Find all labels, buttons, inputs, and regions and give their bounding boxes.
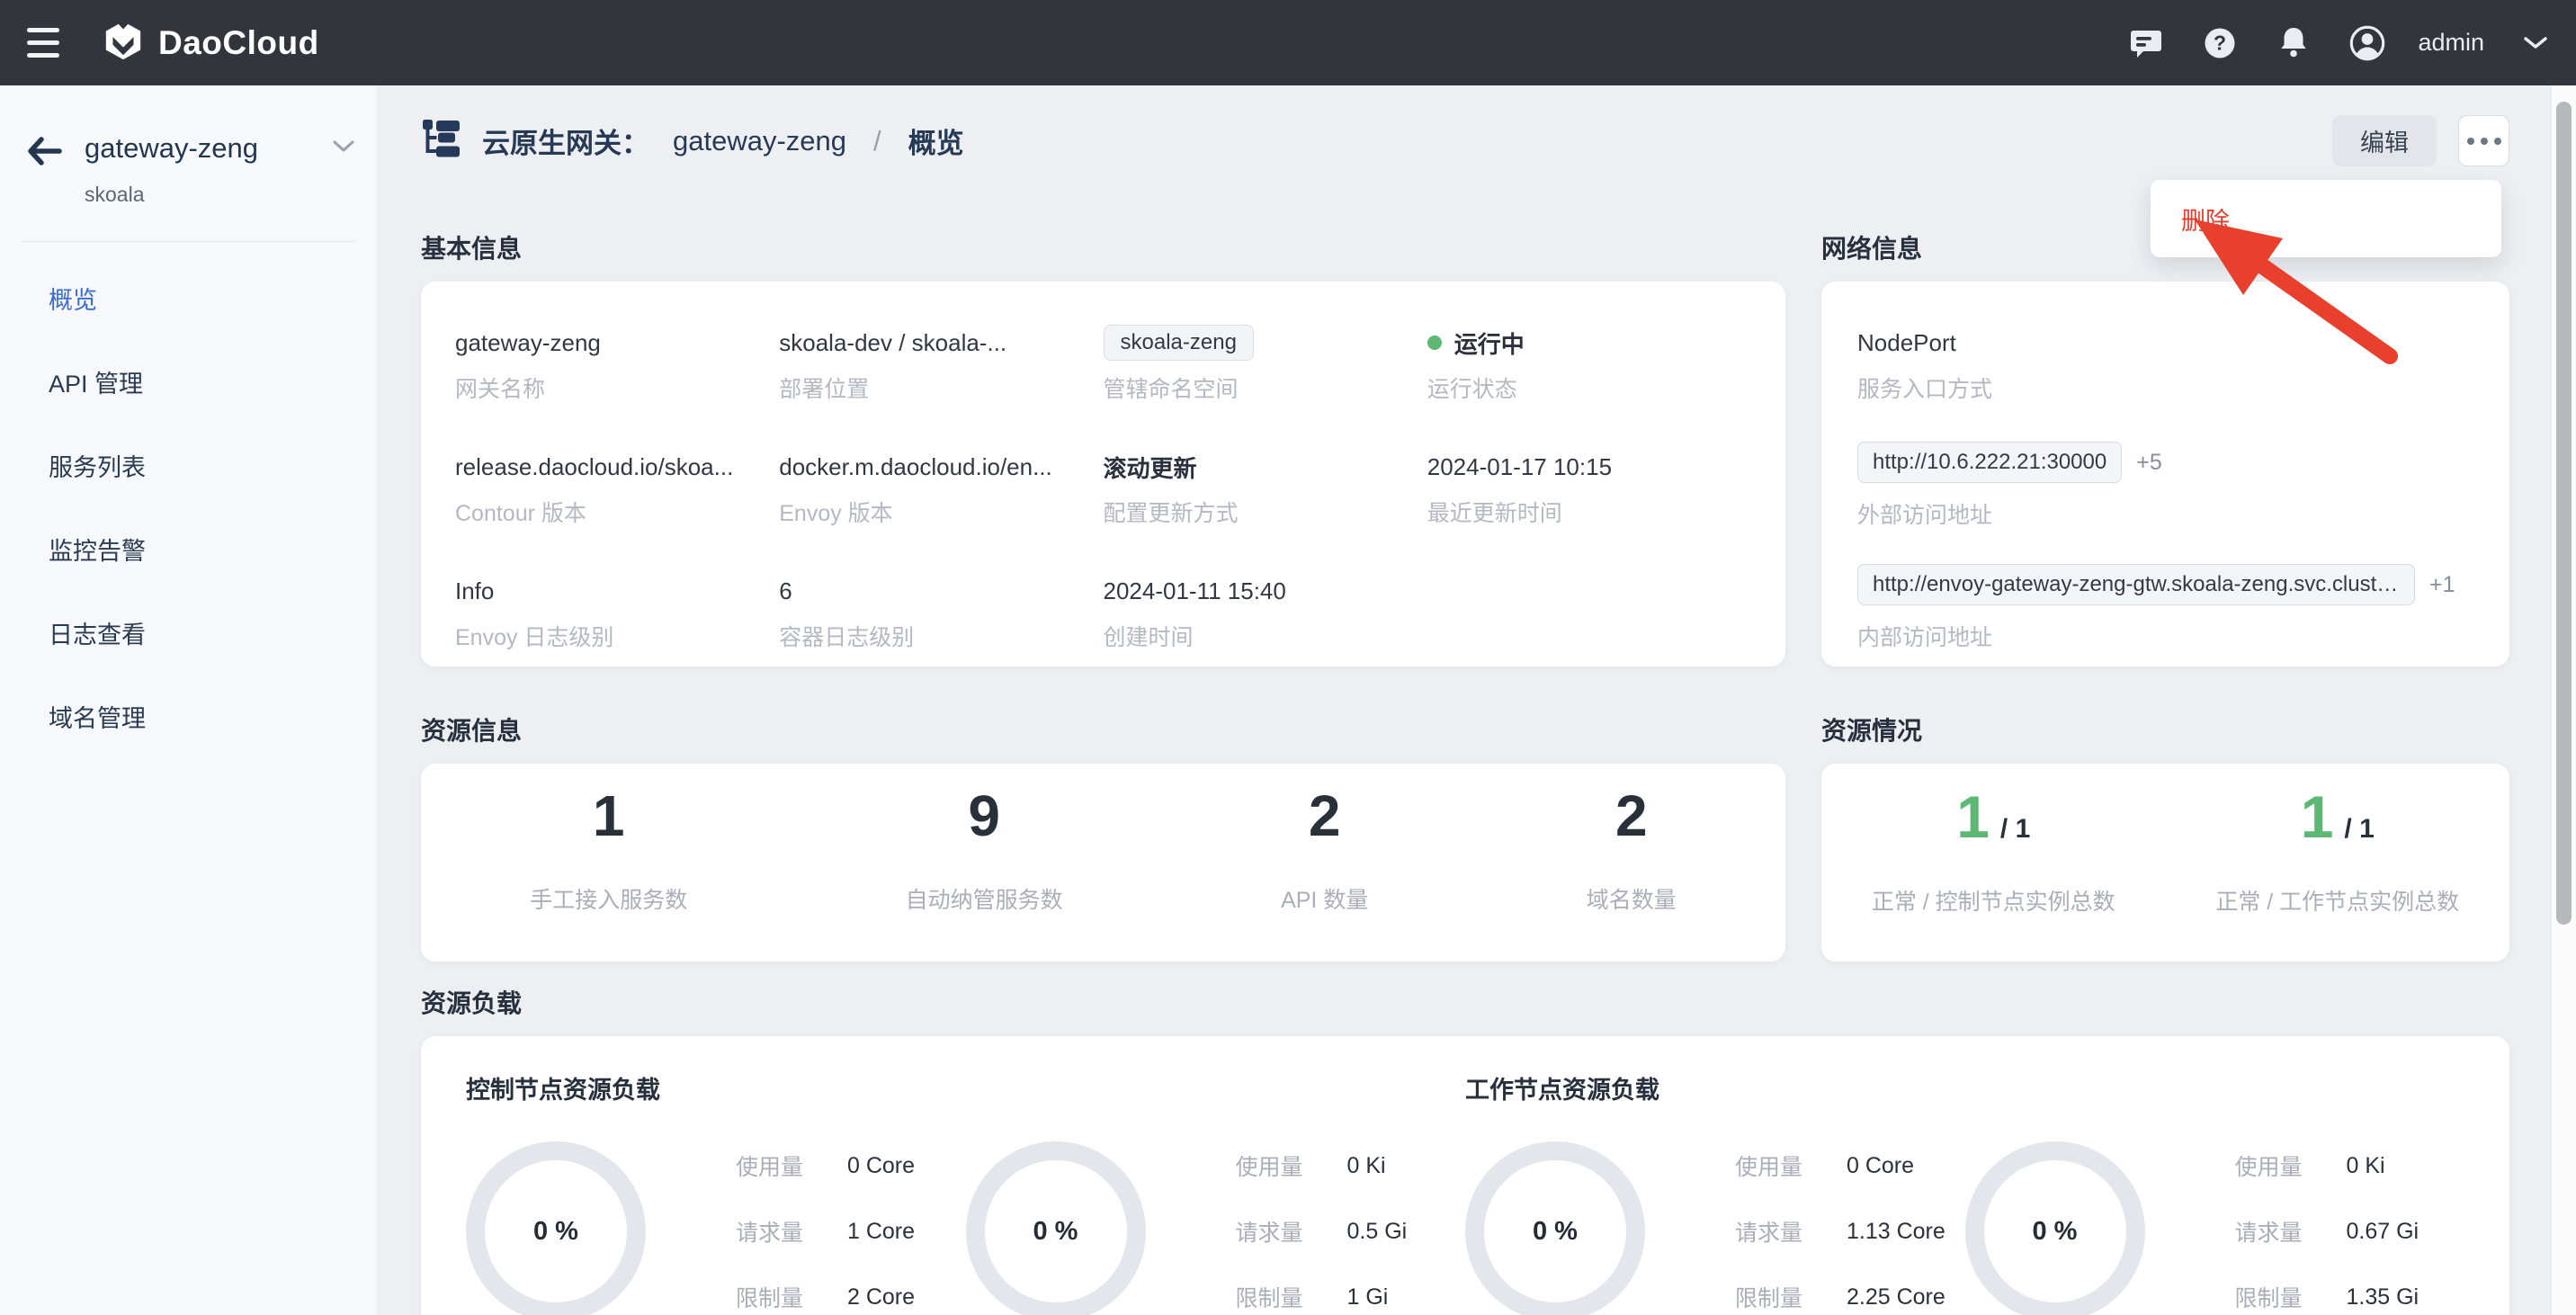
worker-memory-gauge: 0 % 使用量0 Ki 请求量0.67 Gi 限制量1.35 Gi [1965, 1141, 2465, 1315]
basic-info-title: 基本信息 [421, 229, 1785, 258]
field-envoy-version: docker.m.daocloud.io/en... Envoy 版本 [779, 449, 1103, 528]
field-managed-namespace: skoala-zeng 管辖命名空间 [1104, 325, 1427, 404]
edit-button[interactable]: 编辑 [2332, 115, 2437, 166]
field-gateway-name: gateway-zeng 网关名称 [455, 325, 779, 404]
sidebar-item-domain-management[interactable]: 域名管理 [0, 675, 377, 758]
resource-load-card: 控制节点资源负载 0 % 使用量0 Core 请求量1 Core 限制量2 Co… [421, 1036, 2509, 1315]
control-cpu-gauge: 0 % 使用量0 Core 请求量1 Core 限制量2 Core [466, 1141, 966, 1315]
memory-donut-chart: 0 % [1965, 1141, 2145, 1315]
breadcrumb: 云原生网关： gateway-zeng / 概览 [421, 117, 964, 165]
gateway-tree-icon [421, 117, 462, 165]
field-running-status: 运行中 运行状态 [1427, 325, 1751, 404]
basic-info-section: 基本信息 gateway-zeng 网关名称 skoala-dev / skoa… [421, 229, 1785, 666]
sidebar: gateway-zeng skoala 概览 API 管理 服务列表 监控告警 … [0, 85, 378, 1315]
field-container-log-level: 6 容器日志级别 [779, 573, 1103, 652]
service-entry-type: NodePort [1857, 325, 2473, 361]
sidebar-item-monitor-alerts[interactable]: 监控告警 [0, 507, 377, 591]
field-created-time: 2024-01-11 15:40 创建时间 [1104, 573, 1427, 652]
scrollbar-thumb[interactable] [2556, 102, 2572, 925]
notifications-bell-icon[interactable] [2276, 25, 2312, 61]
daocloud-logo-icon [103, 20, 144, 66]
resource-load-title: 资源负载 [421, 984, 2509, 1013]
control-node-load-group: 控制节点资源负载 0 % 使用量0 Core 请求量1 Core 限制量2 Co… [466, 1070, 1465, 1315]
workspace-name: skoala [85, 183, 355, 207]
external-address-more-badge[interactable]: +5 [2136, 450, 2162, 476]
page-scrollbar [2551, 85, 2576, 1315]
cpu-donut-chart: 0 % [1465, 1141, 1645, 1315]
stat-domain-count: 2 域名数量 [1587, 787, 1677, 962]
sidebar-item-log-viewer[interactable]: 日志查看 [0, 591, 377, 675]
worker-cpu-gauge: 0 % 使用量0 Core 请求量1.13 Core 限制量2.25 Core [1465, 1141, 1965, 1315]
user-menu-chevron-down-icon[interactable] [2522, 25, 2549, 61]
sidebar-item-service-list[interactable]: 服务列表 [0, 424, 377, 507]
stat-api-count: 2 API 数量 [1281, 787, 1368, 962]
more-actions-button[interactable] [2458, 115, 2509, 166]
svg-text:?: ? [2214, 31, 2226, 54]
sidebar-divider [22, 241, 355, 242]
sidebar-item-api-management[interactable]: API 管理 [0, 340, 377, 424]
resource-status-title: 资源情况 [1821, 711, 2509, 740]
network-info-card: NodePort 服务入口方式 http://10.6.222.21:30000… [1821, 282, 2509, 666]
external-address-chip[interactable]: http://10.6.222.21:30000 [1857, 442, 2122, 483]
stat-control-nodes: 1 / 1 正常 / 控制节点实例总数 [1872, 787, 2115, 962]
status-badge: 运行中 [1454, 327, 1525, 360]
avatar[interactable] [2349, 25, 2385, 61]
delete-menu-item[interactable]: 删除 [2181, 201, 2230, 237]
page-title-prefix: 云原生网关： [482, 121, 649, 161]
brand[interactable]: DaoCloud [103, 20, 319, 66]
field-envoy-log-level: Info Envoy 日志级别 [455, 573, 779, 652]
breadcrumb-separator: / [873, 125, 881, 157]
field-deploy-location: skoala-dev / skoala-... 部署位置 [779, 325, 1103, 404]
gateway-chevron-down-icon [332, 139, 355, 158]
breadcrumb-gateway[interactable]: gateway-zeng [673, 125, 846, 157]
status-dot [1427, 335, 1442, 350]
resource-info-section: 资源信息 1 手工接入服务数 9 自动纳管服务数 2 API 数量 2 域名数量 [421, 711, 1785, 962]
help-icon[interactable]: ? [2202, 25, 2238, 61]
sidebar-header: gateway-zeng skoala [0, 85, 377, 207]
field-contour-version: release.daocloud.io/skoa... Contour 版本 [455, 449, 779, 528]
field-config-update-mode: 滚动更新 配置更新方式 [1104, 449, 1427, 528]
main-content: 云原生网关： gateway-zeng / 概览 编辑 基本信息 gateway… [378, 85, 2551, 1315]
worker-node-load-group: 工作节点资源负载 0 % 使用量0 Core 请求量1.13 Core 限制量2… [1465, 1070, 2464, 1315]
resource-info-title: 资源信息 [421, 711, 1785, 740]
gateway-selector[interactable]: gateway-zeng [85, 132, 355, 165]
cpu-donut-chart: 0 % [466, 1141, 646, 1315]
external-address-label: 外部访问地址 [1857, 497, 2473, 530]
username[interactable]: admin [2418, 29, 2484, 57]
service-entry-label: 服务入口方式 [1857, 371, 2473, 404]
page-header: 云原生网关： gateway-zeng / 概览 编辑 [421, 115, 2509, 166]
back-arrow-icon[interactable] [27, 136, 63, 207]
memory-donut-chart: 0 % [966, 1141, 1146, 1315]
sidebar-item-overview[interactable]: 概览 [0, 256, 377, 340]
topbar-actions: ? admin [2128, 25, 2549, 61]
breadcrumb-current: 概览 [908, 121, 964, 161]
stat-worker-nodes: 1 / 1 正常 / 工作节点实例总数 [2215, 787, 2459, 962]
stat-manual-services: 1 手工接入服务数 [530, 787, 687, 962]
namespace-tag: skoala-zeng [1104, 325, 1254, 361]
topbar: DaoCloud ? [0, 0, 2576, 85]
resource-info-card: 1 手工接入服务数 9 自动纳管服务数 2 API 数量 2 域名数量 [421, 764, 1785, 962]
hamburger-menu-icon[interactable] [27, 28, 59, 58]
gateway-name: gateway-zeng [85, 132, 258, 165]
internal-address-label: 内部访问地址 [1857, 620, 2473, 652]
resource-status-section: 资源情况 1 / 1 正常 / 控制节点实例总数 1 / 1 正常 / 工作节点… [1821, 711, 2509, 962]
basic-info-card: gateway-zeng 网关名称 skoala-dev / skoala-..… [421, 282, 1785, 666]
field-last-updated: 2024-01-17 10:15 最近更新时间 [1427, 449, 1751, 528]
internal-address-more-badge[interactable]: +1 [2429, 572, 2455, 598]
sidebar-nav: 概览 API 管理 服务列表 监控告警 日志查看 域名管理 [0, 256, 377, 758]
network-info-section: 网络信息 NodePort 服务入口方式 http://10.6.222.21:… [1821, 229, 2509, 666]
resource-load-section: 资源负载 控制节点资源负载 0 % 使用量0 Core 请求量1 Core 限制… [421, 984, 2509, 1315]
actions-dropdown-menu: 删除 [2151, 180, 2501, 257]
stat-auto-services: 9 自动纳管服务数 [906, 787, 1063, 962]
internal-address-chip[interactable]: http://envoy-gateway-zeng-gtw.skoala-zen… [1857, 564, 2415, 605]
header-actions: 编辑 [2332, 115, 2509, 166]
control-memory-gauge: 0 % 使用量0 Ki 请求量0.5 Gi 限制量1 Gi [966, 1141, 1466, 1315]
brand-name: DaoCloud [158, 24, 319, 62]
chat-icon[interactable] [2128, 25, 2164, 61]
resource-status-card: 1 / 1 正常 / 控制节点实例总数 1 / 1 正常 / 工作节点实例总数 [1821, 764, 2509, 962]
